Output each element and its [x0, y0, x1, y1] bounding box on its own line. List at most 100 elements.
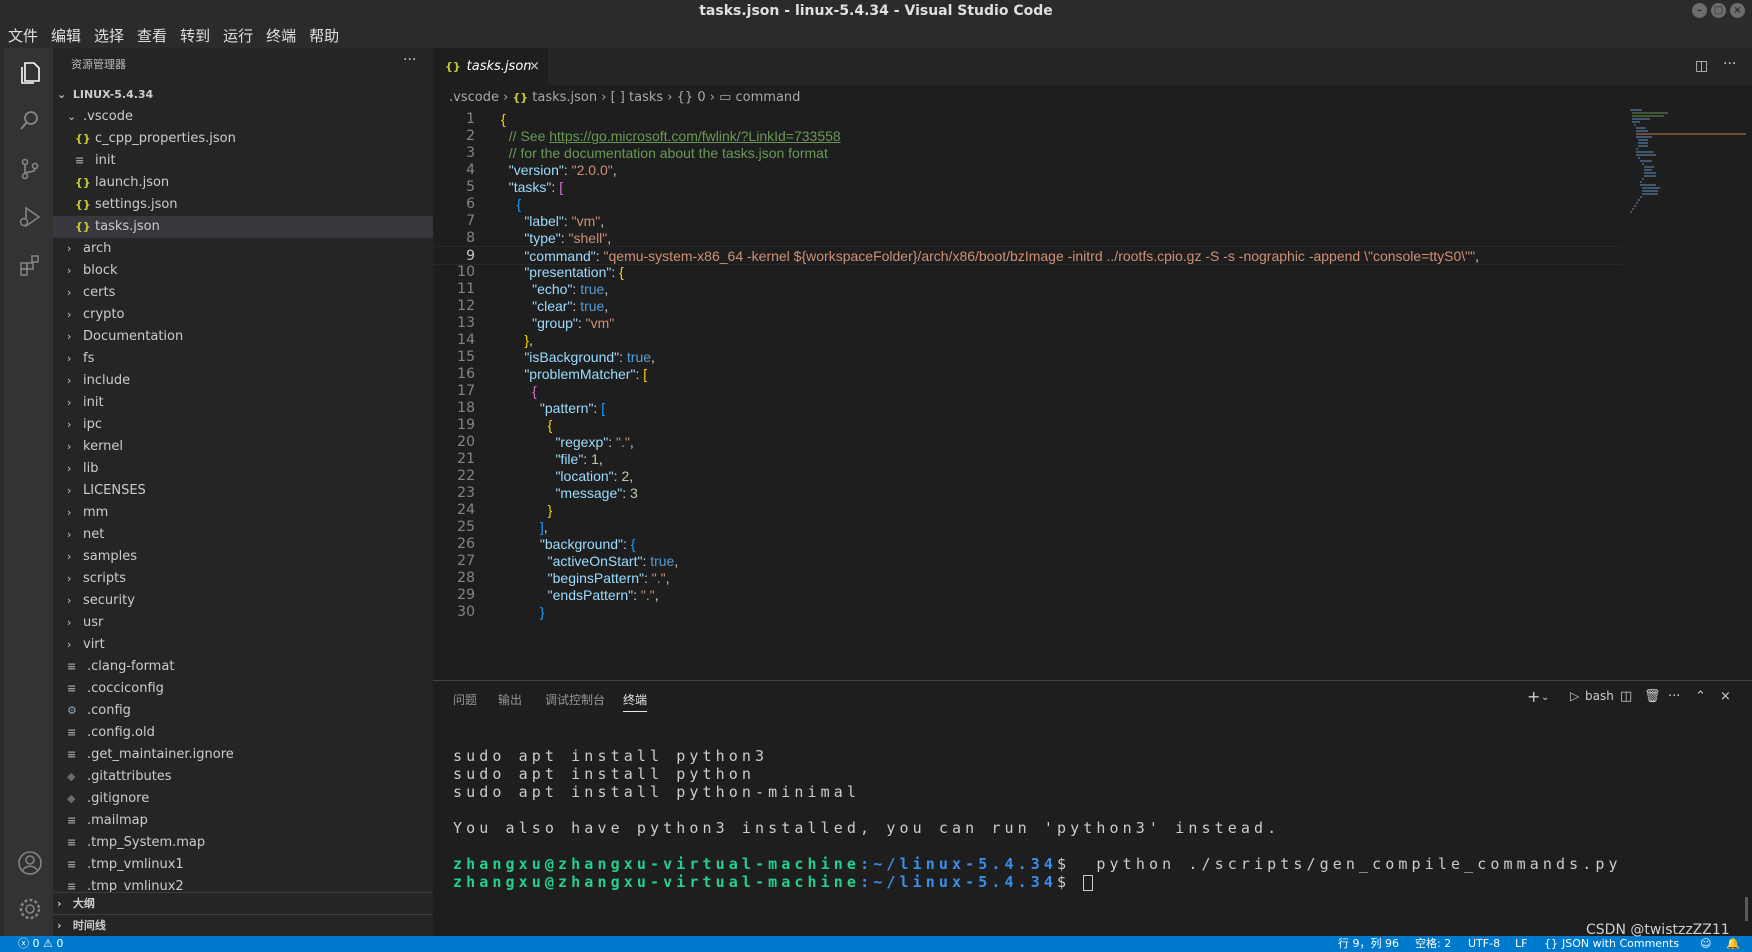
tree-item-label: .config.old	[87, 725, 155, 740]
tree-item[interactable]: ⌄ .vscode	[53, 106, 433, 128]
tree-item[interactable]: › include	[53, 370, 433, 392]
tree-item[interactable]: {} launch.json	[53, 172, 433, 194]
tab-debug-console[interactable]: 调试控制台	[545, 691, 605, 708]
tree-item[interactable]: › ipc	[53, 414, 433, 436]
menu-file[interactable]: 文件	[8, 25, 38, 46]
tree-item[interactable]: ⚙ .config	[53, 700, 433, 722]
tree-item[interactable]: ≡ .get_maintainer.ignore	[53, 744, 433, 766]
timeline-section[interactable]: › 时间线	[53, 914, 433, 936]
outline-section[interactable]: › 大纲	[53, 892, 433, 914]
tree-item[interactable]: {} tasks.json	[53, 216, 433, 238]
problems-indicator[interactable]: ⓧ 0 ⚠ 0	[18, 936, 63, 952]
code-token: "type"	[501, 230, 561, 246]
search-icon[interactable]	[17, 108, 43, 134]
tree-item[interactable]: › kernel	[53, 436, 433, 458]
extensions-icon[interactable]	[17, 252, 43, 278]
chevron-down-icon[interactable]: ⌄	[1541, 692, 1549, 703]
close-panel-icon[interactable]: ×	[1720, 689, 1731, 704]
notifications-icon[interactable]: 🔔	[1726, 936, 1740, 952]
tree-item[interactable]: ≡ .tmp_System.map	[53, 832, 433, 854]
menu-selection[interactable]: 选择	[94, 25, 124, 46]
terminal-scrollbar[interactable]	[1745, 897, 1748, 921]
encoding[interactable]: UTF-8	[1468, 936, 1500, 952]
menu-help[interactable]: 帮助	[309, 25, 339, 46]
tree-item[interactable]: › lib	[53, 458, 433, 480]
split-editor-icon[interactable]: ◫	[1695, 58, 1708, 74]
breadcrumb-file[interactable]: tasks.json	[532, 90, 597, 105]
tree-item[interactable]: › crypto	[53, 304, 433, 326]
menu-view[interactable]: 查看	[137, 25, 167, 46]
tree-item[interactable]: › fs	[53, 348, 433, 370]
tree-item[interactable]: › Documentation	[53, 326, 433, 348]
cursor-position[interactable]: 行 9，列 96	[1338, 936, 1399, 952]
tree-item[interactable]: ◆ .gitignore	[53, 788, 433, 810]
trash-icon[interactable]: 🗑	[1644, 689, 1661, 704]
code-token: :	[583, 451, 592, 467]
new-terminal-icon[interactable]: +	[1527, 687, 1540, 706]
tree-item[interactable]: ≡ .cocciconfig	[53, 678, 433, 700]
chevron-right-icon: ›	[667, 90, 677, 105]
breadcrumb-folder[interactable]: .vscode	[449, 90, 499, 105]
menu-run[interactable]: 运行	[223, 25, 253, 46]
tree-item[interactable]: ≡ init	[53, 150, 433, 172]
run-debug-icon[interactable]	[17, 204, 43, 230]
line-ending[interactable]: LF	[1515, 936, 1527, 952]
tree-item[interactable]: {} settings.json	[53, 194, 433, 216]
tab-output[interactable]: 输出	[498, 691, 522, 708]
tree-item[interactable]: › virt	[53, 634, 433, 656]
tab-problems[interactable]: 问题	[453, 691, 477, 708]
split-terminal-icon[interactable]: ◫	[1620, 689, 1632, 704]
tree-item[interactable]: › usr	[53, 612, 433, 634]
code-token: }	[501, 332, 530, 348]
tree-item[interactable]: › samples	[53, 546, 433, 568]
source-control-icon[interactable]	[17, 156, 43, 182]
tree-item[interactable]: {} c_cpp_properties.json	[53, 128, 433, 150]
maximize-panel-icon[interactable]: ⌃	[1695, 689, 1706, 704]
language-mode[interactable]: JSON with Comments	[1562, 936, 1679, 952]
terminal-name[interactable]: bash	[1585, 689, 1614, 703]
tree-item[interactable]: ≡ .mailmap	[53, 810, 433, 832]
settings-gear-icon[interactable]	[17, 896, 43, 922]
minimap[interactable]	[1628, 108, 1748, 258]
prompt-user: zhangxu@zhangxu-virtual-machine	[453, 855, 861, 873]
tree-item[interactable]: ≡ .tmp_vmlinux1	[53, 854, 433, 876]
code-token: [	[643, 366, 648, 382]
maximize-button[interactable]: □	[1711, 3, 1726, 18]
menu-terminal[interactable]: 终端	[266, 25, 296, 46]
breadcrumb-command[interactable]: command	[736, 90, 801, 105]
explorer-icon[interactable]	[17, 60, 43, 86]
tree-item[interactable]: › certs	[53, 282, 433, 304]
feedback-icon[interactable]: ☺	[1700, 936, 1711, 952]
account-icon[interactable]	[17, 850, 43, 876]
tree-item-label: .gitignore	[87, 791, 150, 806]
tab-tasks-json[interactable]: {} tasks.json ×	[433, 48, 548, 85]
tree-item[interactable]: › scripts	[53, 568, 433, 590]
code-view[interactable]: 1{2 // See https://go.microsoft.com/fwli…	[433, 110, 1623, 680]
tree-item[interactable]: › block	[53, 260, 433, 282]
tree-item[interactable]: ≡ .config.old	[53, 722, 433, 744]
array-icon: [ ]	[610, 90, 625, 105]
breadcrumb-tasks[interactable]: tasks	[629, 90, 663, 105]
tree-item[interactable]: ◆ .gitattributes	[53, 766, 433, 788]
more-actions-icon[interactable]: ···	[1723, 56, 1736, 72]
chevron-down-icon: ⌄	[67, 110, 77, 123]
explorer-root-folder[interactable]: ⌄ LINUX-5.4.34	[53, 84, 433, 106]
tree-item[interactable]: › security	[53, 590, 433, 612]
menu-go[interactable]: 转到	[180, 25, 210, 46]
breadcrumb-index[interactable]: 0	[697, 90, 705, 105]
menu-edit[interactable]: 编辑	[51, 25, 81, 46]
close-window-button[interactable]: ×	[1730, 3, 1745, 18]
explorer-more-button[interactable]: ···	[403, 52, 416, 68]
tree-item[interactable]: › init	[53, 392, 433, 414]
code-token: "presentation"	[501, 264, 612, 280]
tab-terminal[interactable]: 终端	[623, 691, 648, 712]
indentation[interactable]: 空格: 2	[1415, 936, 1451, 952]
more-actions-icon[interactable]: ···	[1668, 689, 1680, 704]
close-icon[interactable]: ×	[529, 48, 540, 85]
tree-item[interactable]: › net	[53, 524, 433, 546]
tree-item[interactable]: ≡ .clang-format	[53, 656, 433, 678]
minimize-button[interactable]: –	[1692, 3, 1707, 18]
tree-item[interactable]: › LICENSES	[53, 480, 433, 502]
tree-item[interactable]: › arch	[53, 238, 433, 260]
tree-item[interactable]: › mm	[53, 502, 433, 524]
